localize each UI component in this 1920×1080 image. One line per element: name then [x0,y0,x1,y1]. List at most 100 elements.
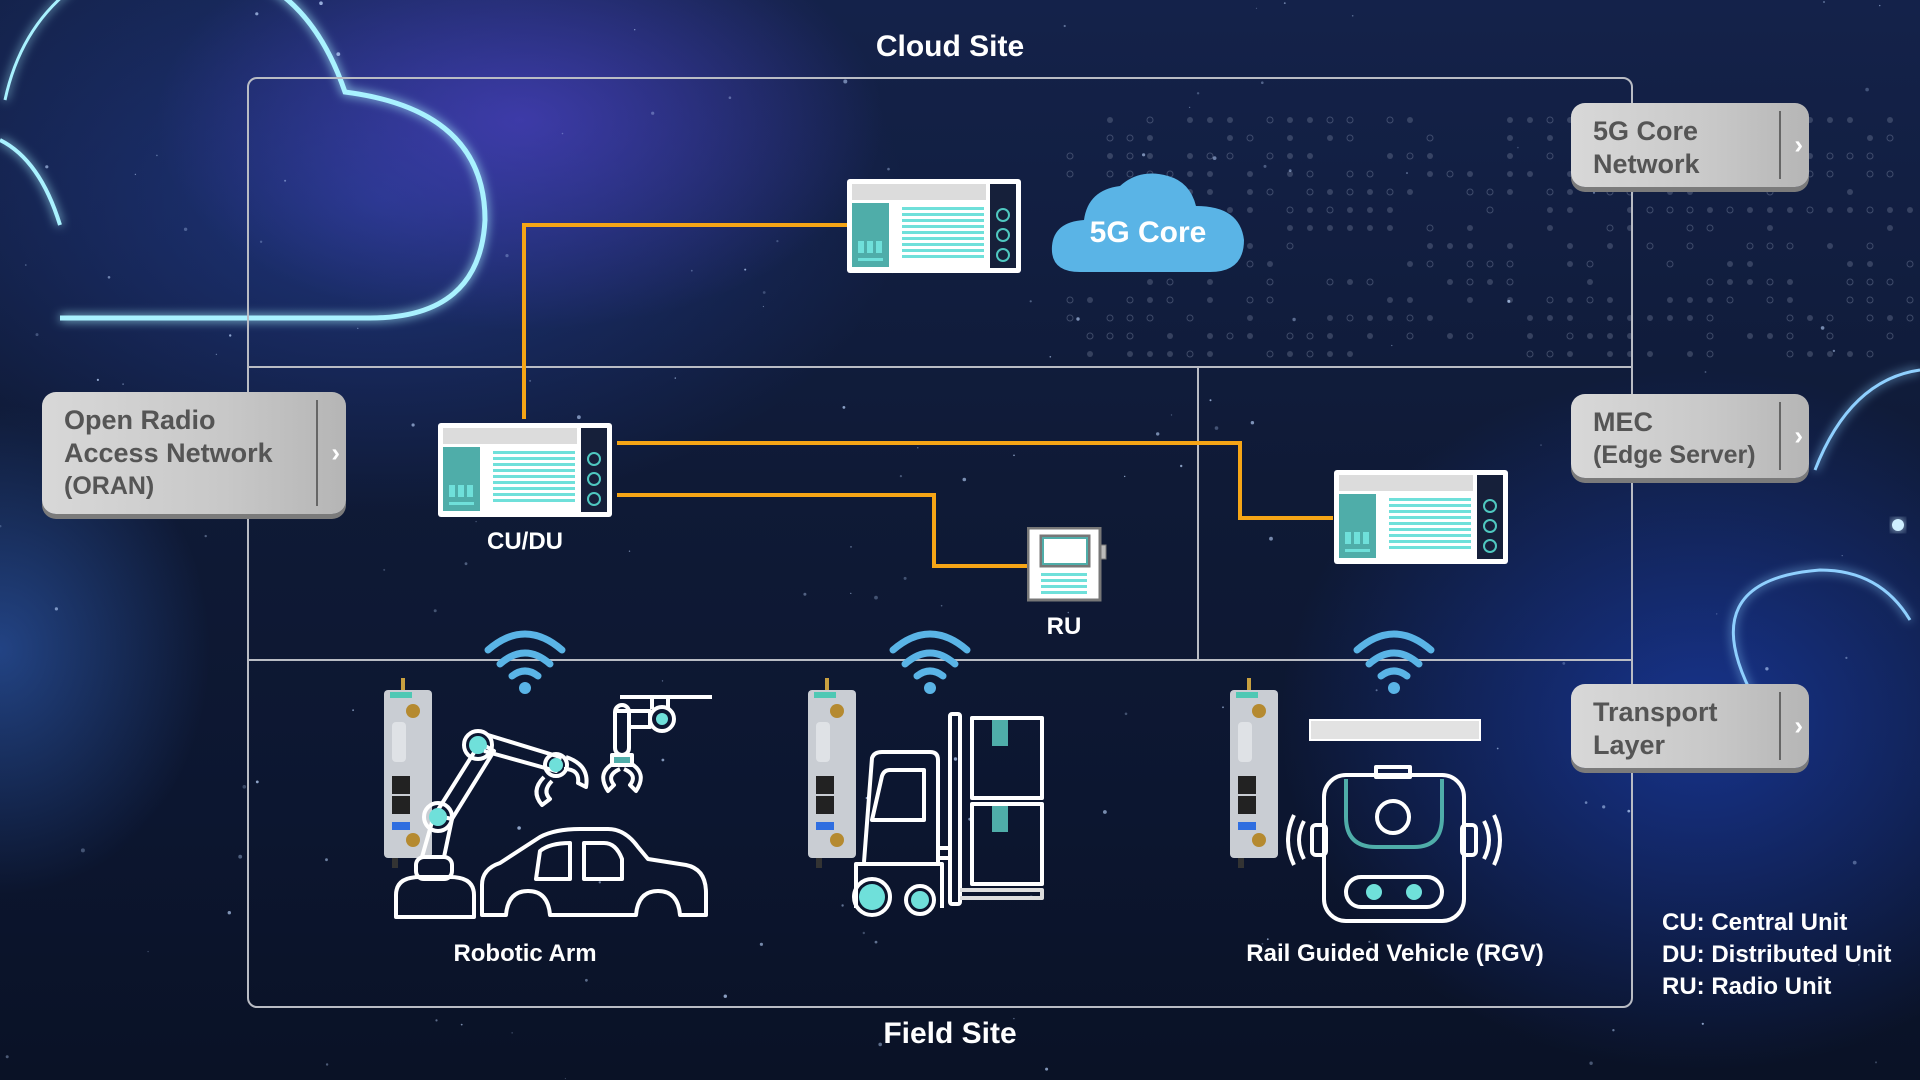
mec-server-icon[interactable] [1334,470,1508,564]
grid-dot [1847,117,1853,123]
grid-dot [1767,225,1773,231]
grid-dot [1667,315,1673,321]
card-line: Access Network [64,438,273,468]
cudu-label: CU/DU [487,528,563,555]
layer-card-5g-core-network[interactable]: 5G Core Network › [1571,103,1809,187]
core-server-icon[interactable] [847,179,1021,273]
grid-dot [1787,297,1793,303]
cudu-server-icon[interactable] [438,423,612,517]
grid-dot [1766,242,1774,250]
star [5,1055,9,1059]
card-line: MEC [1593,407,1653,437]
grid-dot [1886,170,1894,178]
card-line: (Edge Server) [1593,441,1756,469]
star [1879,4,1881,7]
ru-icon[interactable] [1026,526,1107,603]
grid-dot [1646,242,1654,250]
grid-dot [1747,261,1753,267]
ran-mec-divider [1197,367,1199,659]
card-line: Transport [1593,697,1718,727]
star [1701,1022,1704,1025]
star [183,227,188,231]
layer-card-oran[interactable]: Open Radio Access Network (ORAN) › [42,392,346,514]
grid-dot [1866,206,1874,214]
grid-dot [1907,207,1913,213]
grid-dot [1787,207,1793,213]
chevron-right-icon[interactable]: › [1794,710,1803,743]
grid-dot [1866,170,1874,178]
grid-dot [1667,189,1673,195]
grid-dot [1727,279,1733,285]
grid-dot [1826,152,1834,160]
card-line: Open Radio [64,405,216,435]
grid-dot [1787,279,1793,285]
grid-dot [1767,333,1773,339]
grid-dot [1866,242,1874,250]
card-line: Layer [1593,730,1666,760]
chevron-right-icon[interactable]: › [1794,129,1803,162]
link-cudu-to-mec-end [1238,516,1333,520]
star [122,383,124,385]
grid-dot [1827,243,1833,249]
card-separator [1779,692,1781,760]
rgv-label: Rail Guided Vehicle (RGV) [1246,940,1544,967]
star [1845,656,1848,660]
ru-label: RU [1046,613,1082,640]
link-cudu-to-core-horizontal [522,223,847,227]
star [1865,87,1869,92]
star [80,848,85,853]
core-cloud-icon[interactable]: 5G Core [1050,170,1246,274]
grid-dot [1687,351,1693,357]
grid-dot [1866,278,1874,286]
grid-dot [1786,314,1794,322]
grid-dot [1866,314,1874,322]
star [323,39,325,42]
grid-dot [1847,261,1853,267]
star [1589,1061,1593,1065]
grid-dot [1847,207,1853,213]
layer-card-mec[interactable]: MEC (Edge Server) › [1571,394,1809,478]
grid-dot [1766,278,1774,286]
chevron-right-icon[interactable]: › [331,437,340,470]
star [1875,1061,1877,1064]
core-cloud-label: 5G Core [1089,216,1207,249]
star [1820,326,1825,330]
star [45,165,49,169]
grid-dot [1827,117,1833,123]
star [0,525,2,528]
star [1063,24,1066,28]
grid-dot [1847,189,1853,195]
grid-dot [1706,314,1714,322]
grid-dot [1666,206,1674,214]
grid-dot [1707,297,1713,303]
grid-dot [1646,206,1654,214]
grid-dot [1786,242,1794,250]
grid-dot [1707,207,1713,213]
link-cudu-to-ru-vertical [932,493,936,567]
chevron-right-icon[interactable]: › [1794,420,1803,453]
field-site-title: Field Site [883,1017,1017,1050]
layer-card-transport[interactable]: Transport Layer › [1571,684,1809,768]
star [325,1063,329,1066]
star [156,154,158,157]
grid-dot [1846,296,1854,304]
legend-item: CU: Central Unit [1662,909,1848,936]
grid-dot [1807,351,1813,357]
link-cudu-to-mec-horizontal [617,441,1241,445]
grid-dot [1867,135,1873,141]
star [1823,1,1825,3]
gateway-router-icon[interactable] [1228,678,1280,868]
grid-dot [1667,297,1673,303]
grid-dot [1747,279,1753,285]
grid-dot [1847,351,1853,357]
grid-dot [1806,206,1814,214]
star [227,911,231,915]
grid-dot [1886,332,1894,340]
grid-dot [1786,332,1794,340]
star [107,276,111,279]
grid-dot [1826,170,1834,178]
grid-dot [1887,225,1893,231]
grid-dot [1686,224,1694,232]
grid-dot [1786,350,1794,358]
wifi-icon [1353,630,1435,694]
